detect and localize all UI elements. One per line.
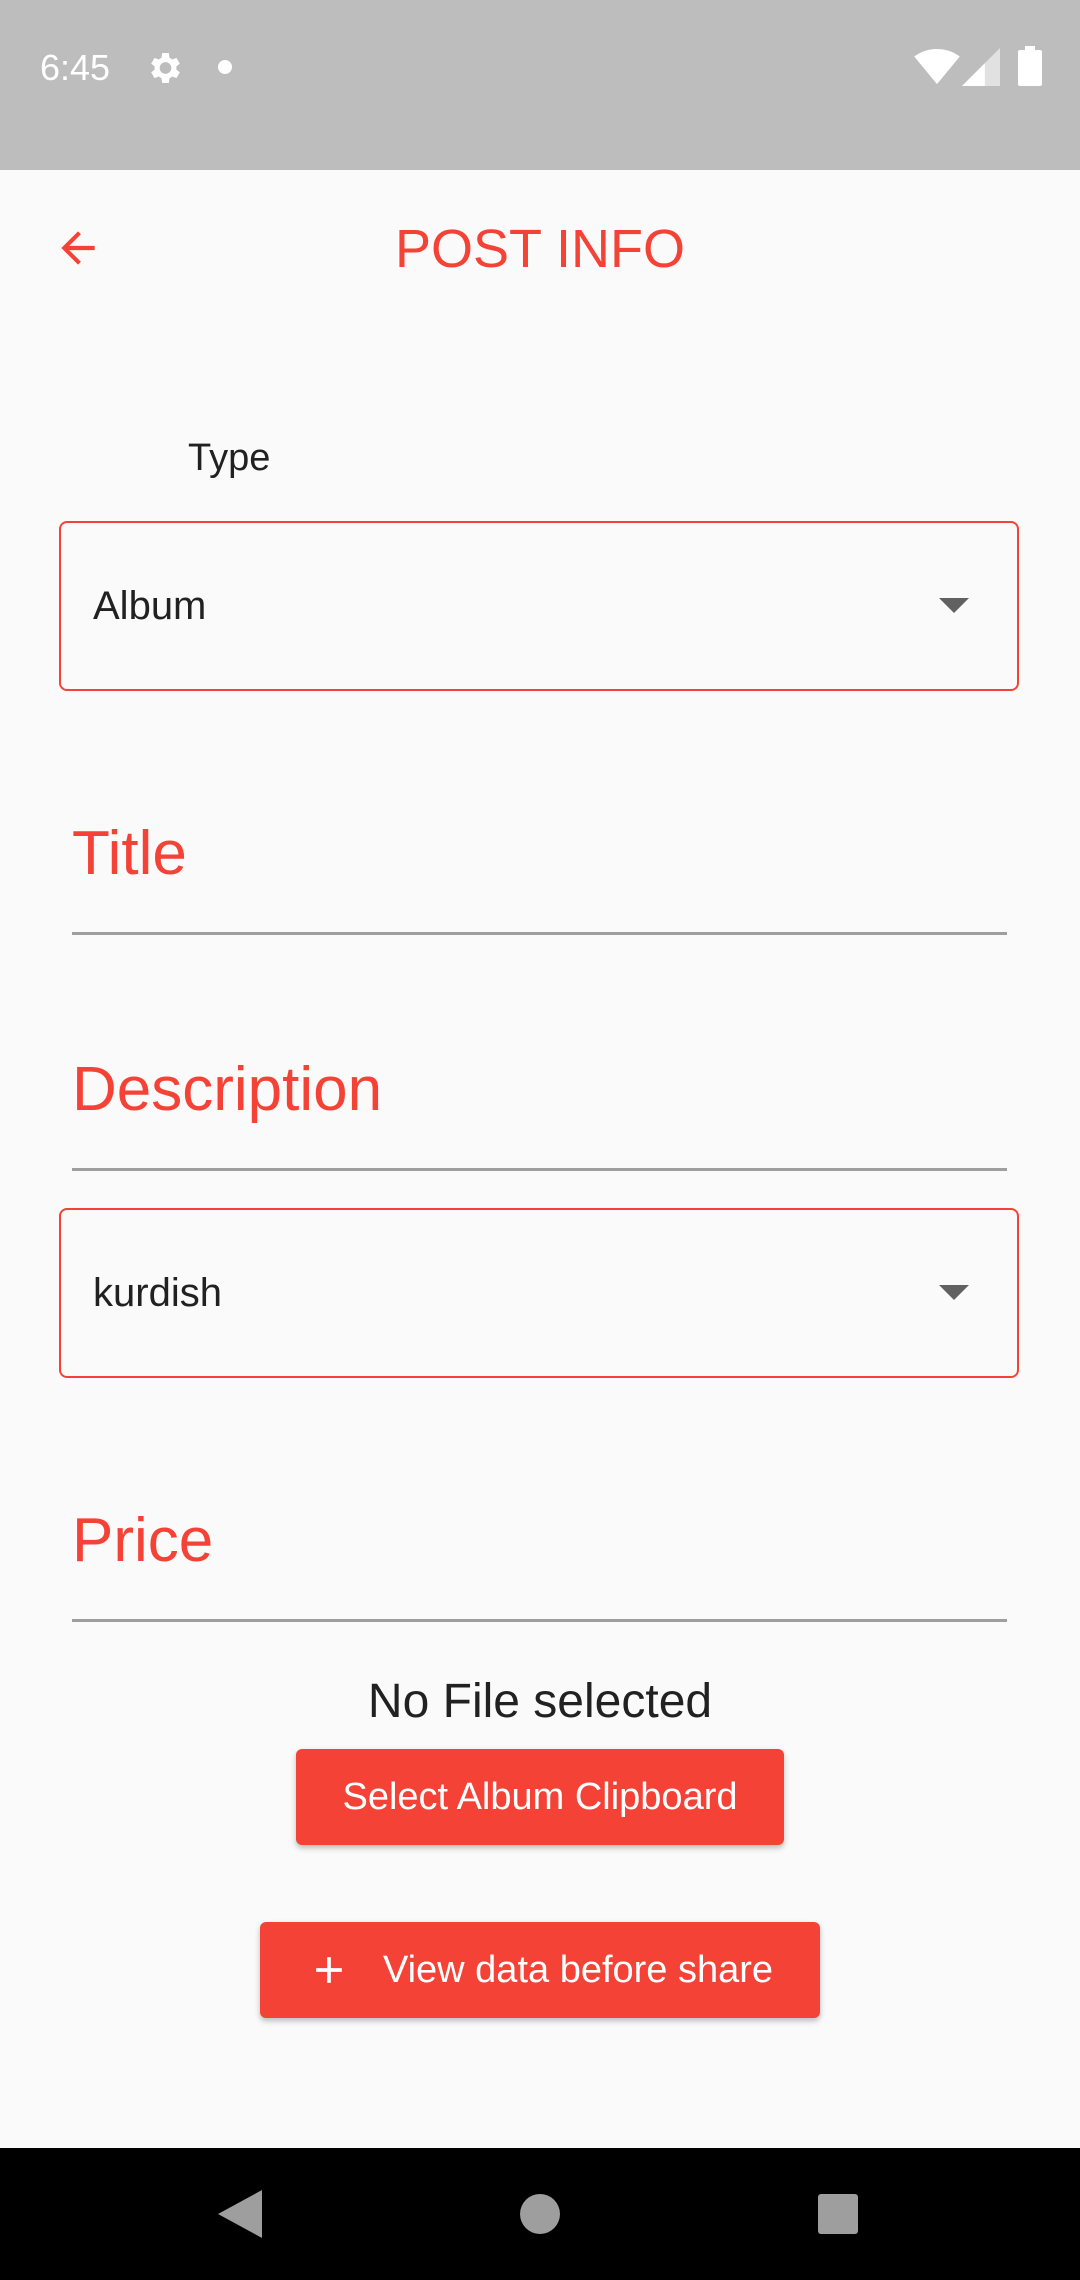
- title-field[interactable]: Title: [72, 802, 1007, 935]
- nav-recents-icon[interactable]: [818, 2194, 858, 2234]
- wifi-icon: [914, 48, 960, 85]
- gear-icon: [151, 53, 180, 83]
- type-dropdown[interactable]: Album: [59, 521, 1019, 691]
- language-selected-value: kurdish: [93, 1270, 222, 1315]
- language-dropdown[interactable]: kurdish: [59, 1208, 1019, 1378]
- nav-back-icon[interactable]: [218, 2190, 262, 2238]
- dropdown-arrow-icon: [939, 598, 969, 613]
- signal-icon: [962, 48, 1000, 86]
- type-selected-value: Album: [93, 583, 207, 628]
- status-time: 6:45: [40, 47, 111, 88]
- select-album-clipboard-button[interactable]: Select Album Clipboard: [296, 1749, 784, 1845]
- price-field-label: Price: [72, 1506, 214, 1575]
- select-album-clipboard-label: Select Album Clipboard: [342, 1775, 738, 1818]
- battery-icon: [1018, 46, 1042, 86]
- system-nav-bar: [0, 2148, 1080, 2280]
- plus-icon: [316, 1957, 342, 1983]
- page-title: POST INFO: [394, 219, 686, 279]
- status-bar: 6:45: [0, 0, 1080, 170]
- app-bar: POST INFO: [0, 170, 1080, 330]
- nav-home-icon[interactable]: [520, 2194, 560, 2234]
- description-field[interactable]: Description: [72, 1038, 1007, 1171]
- notification-dot-icon: [218, 60, 232, 74]
- title-field-label: Title: [72, 819, 187, 888]
- dropdown-arrow-icon: [939, 1285, 969, 1300]
- type-label: Type: [188, 437, 271, 479]
- view-data-label: View data before share: [382, 1948, 774, 1991]
- file-status-text: No File selected: [367, 1675, 713, 1728]
- description-field-label: Description: [72, 1055, 383, 1124]
- view-data-button[interactable]: View data before share: [260, 1922, 820, 2018]
- price-field[interactable]: Price: [72, 1489, 1007, 1622]
